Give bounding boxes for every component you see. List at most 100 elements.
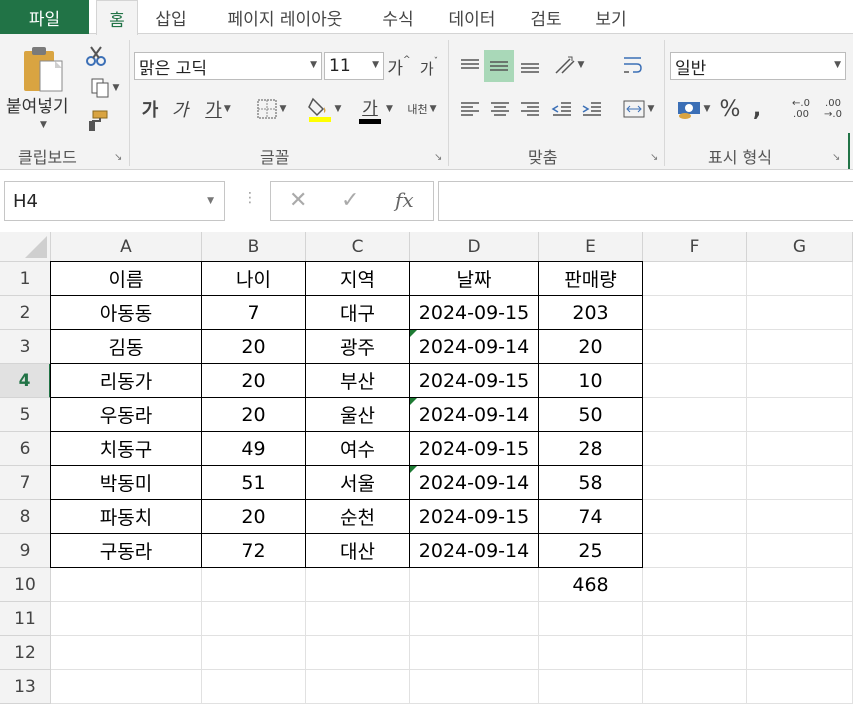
number-launcher-icon[interactable]: ↘ [832, 152, 840, 163]
error-indicator-icon[interactable] [410, 466, 417, 473]
cell-g3[interactable] [747, 330, 853, 364]
cell-e10[interactable]: 468 [539, 568, 643, 602]
cell-f1[interactable] [643, 262, 747, 296]
format-painter-icon[interactable] [84, 108, 110, 134]
cell-e9[interactable]: 25 [539, 534, 643, 568]
underline-button[interactable]: 가 ▼ [198, 96, 238, 122]
cell-e7[interactable]: 58 [539, 466, 643, 500]
align-bottom-icon[interactable] [516, 52, 544, 80]
row-header-4[interactable]: 4 [0, 364, 51, 398]
cell-b6[interactable]: 49 [202, 432, 306, 466]
cell-g2[interactable] [747, 296, 853, 330]
align-center-icon[interactable] [486, 96, 514, 124]
decrease-indent-icon[interactable] [548, 96, 576, 124]
bold-button[interactable]: 가 [138, 96, 162, 122]
error-indicator-icon[interactable] [410, 330, 417, 337]
cell-c3[interactable]: 광주 [306, 330, 410, 364]
cell-f6[interactable] [643, 432, 747, 466]
percent-style-button[interactable]: % [716, 94, 744, 124]
cell-d9[interactable]: 2024-09-14 [410, 534, 539, 568]
merge-center-icon[interactable]: ▼ [618, 94, 658, 124]
tab-view[interactable]: 보기 [585, 0, 637, 34]
cell-a8[interactable]: 파동치 [51, 500, 202, 534]
cell-f8[interactable] [643, 500, 747, 534]
font-launcher-icon[interactable]: ↘ [434, 152, 442, 163]
cell-a1[interactable]: 이름 [51, 262, 202, 296]
row-header-8[interactable]: 8 [0, 500, 51, 534]
decrease-decimal-button[interactable]: .00 →.0 [816, 94, 850, 124]
cell-a2[interactable]: 아동동 [51, 296, 202, 330]
tab-review[interactable]: 검토 [520, 0, 572, 34]
cell-e6[interactable]: 28 [539, 432, 643, 466]
italic-button[interactable]: 가 [168, 96, 192, 122]
row-header-6[interactable]: 6 [0, 432, 51, 466]
row-header-2[interactable]: 2 [0, 296, 51, 330]
cell-a4[interactable]: 리동가 [51, 364, 202, 398]
cell-f11[interactable] [643, 602, 747, 636]
cell-a5[interactable]: 우동라 [51, 398, 202, 432]
insert-function-icon[interactable]: fx [395, 188, 414, 212]
column-header-b[interactable]: B [202, 232, 306, 262]
cell-c1[interactable]: 지역 [306, 262, 410, 296]
cell-a12[interactable] [51, 636, 202, 670]
row-header-13[interactable]: 13 [0, 670, 51, 704]
cell-a13[interactable] [51, 670, 202, 704]
cell-f13[interactable] [643, 670, 747, 704]
cell-f12[interactable] [643, 636, 747, 670]
tab-formulas[interactable]: 수식 [372, 0, 424, 34]
cell-b7[interactable]: 51 [202, 466, 306, 500]
cell-f5[interactable] [643, 398, 747, 432]
cell-e2[interactable]: 203 [539, 296, 643, 330]
column-header-a[interactable]: A [51, 232, 202, 262]
cell-b2[interactable]: 7 [202, 296, 306, 330]
cell-b5[interactable]: 20 [202, 398, 306, 432]
row-header-10[interactable]: 10 [0, 568, 51, 602]
phonetic-button[interactable]: 내천 ▼ [402, 96, 442, 122]
cell-e11[interactable] [539, 602, 643, 636]
cell-c11[interactable] [306, 602, 410, 636]
column-header-g[interactable]: G [747, 232, 853, 262]
align-right-icon[interactable] [516, 96, 544, 124]
cell-f7[interactable] [643, 466, 747, 500]
cell-e1[interactable]: 판매량 [539, 262, 643, 296]
cell-a10[interactable] [51, 568, 202, 602]
tab-home[interactable]: 홈 [96, 0, 138, 35]
cell-g5[interactable] [747, 398, 853, 432]
cell-d1[interactable]: 날짜 [410, 262, 539, 296]
cell-d8[interactable]: 2024-09-15 [410, 500, 539, 534]
wrap-text-icon[interactable] [618, 50, 648, 80]
cell-f2[interactable] [643, 296, 747, 330]
cell-g1[interactable] [747, 262, 853, 296]
increase-indent-icon[interactable] [578, 96, 606, 124]
tab-insert[interactable]: 삽입 [145, 0, 197, 34]
tab-data[interactable]: 데이터 [438, 0, 506, 34]
row-header-5[interactable]: 5 [0, 398, 51, 432]
cell-c4[interactable]: 부산 [306, 364, 410, 398]
cut-icon[interactable] [84, 44, 108, 68]
accounting-format-icon[interactable]: ▼ [672, 94, 714, 124]
cell-d10[interactable] [410, 568, 539, 602]
cell-e13[interactable] [539, 670, 643, 704]
cell-e12[interactable] [539, 636, 643, 670]
cell-b1[interactable]: 나이 [202, 262, 306, 296]
cell-d6[interactable]: 2024-09-15 [410, 432, 539, 466]
cell-g8[interactable] [747, 500, 853, 534]
cell-g7[interactable] [747, 466, 853, 500]
name-box[interactable]: H4 ▼ [4, 181, 225, 221]
alignment-launcher-icon[interactable]: ↘ [650, 152, 658, 163]
cell-f9[interactable] [643, 534, 747, 568]
cell-g4[interactable] [747, 364, 853, 398]
cell-d7[interactable]: 2024-09-14 [410, 466, 539, 500]
cell-c12[interactable] [306, 636, 410, 670]
cell-g6[interactable] [747, 432, 853, 466]
cell-a9[interactable]: 구동라 [51, 534, 202, 568]
cell-e5[interactable]: 50 [539, 398, 643, 432]
clipboard-launcher-icon[interactable]: ↘ [114, 152, 122, 163]
cell-g11[interactable] [747, 602, 853, 636]
cell-g13[interactable] [747, 670, 853, 704]
increase-decimal-button[interactable]: ←.0 .00 [784, 94, 818, 124]
copy-icon[interactable]: ▼ [84, 76, 124, 100]
cancel-icon[interactable]: ✕ [289, 188, 307, 213]
cell-a7[interactable]: 박동미 [51, 466, 202, 500]
orientation-icon[interactable]: ▼ [548, 50, 588, 80]
